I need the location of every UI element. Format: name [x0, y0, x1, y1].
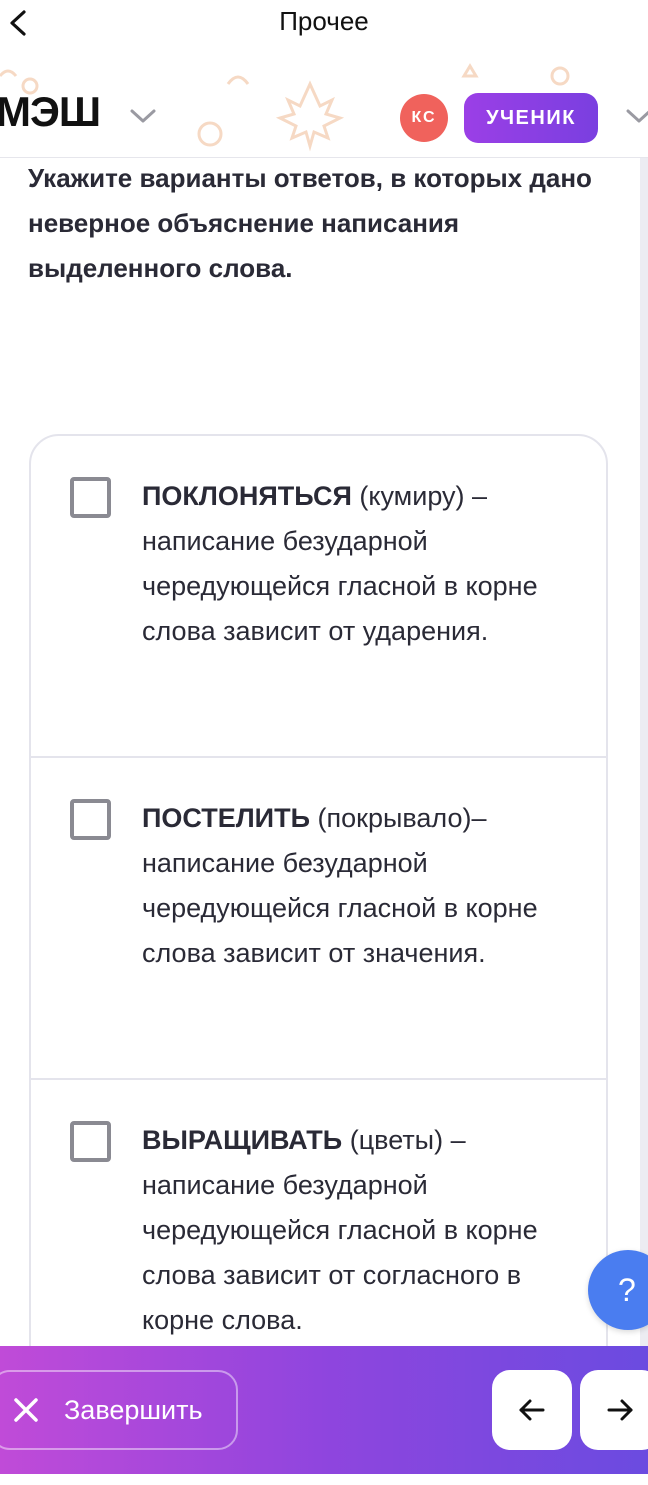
answer-option[interactable]: ПОСТЕЛИТЬ (покрывало)– написание безудар…	[31, 758, 606, 1080]
help-label: ?	[618, 1271, 636, 1308]
role-badge[interactable]: УЧЕНИК	[464, 93, 598, 143]
next-button[interactable]	[580, 1370, 648, 1450]
mesh-logo[interactable]: МЭШ	[0, 88, 101, 136]
checkbox[interactable]	[70, 477, 111, 518]
page-title: Прочее	[279, 6, 369, 36]
bottom-action-bar: Завершить	[0, 1346, 648, 1474]
previous-button[interactable]	[492, 1370, 572, 1450]
option-text: ВЫРАЩИВАТЬ (цветы) – написание безударно…	[142, 1118, 562, 1343]
finish-label: Завершить	[64, 1394, 203, 1425]
finish-button[interactable]: Завершить	[0, 1370, 238, 1450]
close-icon	[14, 1398, 38, 1422]
app-header: МЭШ КС УЧЕНИК	[0, 46, 648, 158]
question-text: Укажите варианты ответов, в которых дано…	[28, 163, 592, 283]
highlighted-word: ПОСТЕЛИТЬ	[142, 803, 310, 833]
checkbox[interactable]	[70, 799, 111, 840]
chevron-down-icon[interactable]	[128, 106, 158, 126]
answer-options-card: ПОКЛОНЯТЬСЯ (кумиру) – написание безудар…	[29, 434, 608, 1434]
scrollbar[interactable]	[640, 158, 648, 1346]
option-text: ПОСТЕЛИТЬ (покрывало)– написание безудар…	[142, 796, 562, 976]
option-text: ПОКЛОНЯТЬСЯ (кумиру) – написание безудар…	[142, 474, 562, 654]
top-nav-bar: Прочее	[0, 0, 648, 46]
answer-option[interactable]: ПОКЛОНЯТЬСЯ (кумиру) – написание безудар…	[31, 436, 606, 758]
user-avatar[interactable]: КС	[400, 94, 448, 142]
arrow-left-icon	[519, 1399, 545, 1421]
highlighted-word: ПОКЛОНЯТЬСЯ	[142, 481, 352, 511]
checkbox[interactable]	[70, 1121, 111, 1162]
option-explanation: (цветы) – написание безударной чередующе…	[142, 1125, 538, 1335]
chevron-down-icon[interactable]	[624, 106, 648, 126]
arrow-right-icon	[607, 1399, 633, 1421]
highlighted-word: ВЫРАЩИВАТЬ	[142, 1125, 343, 1155]
